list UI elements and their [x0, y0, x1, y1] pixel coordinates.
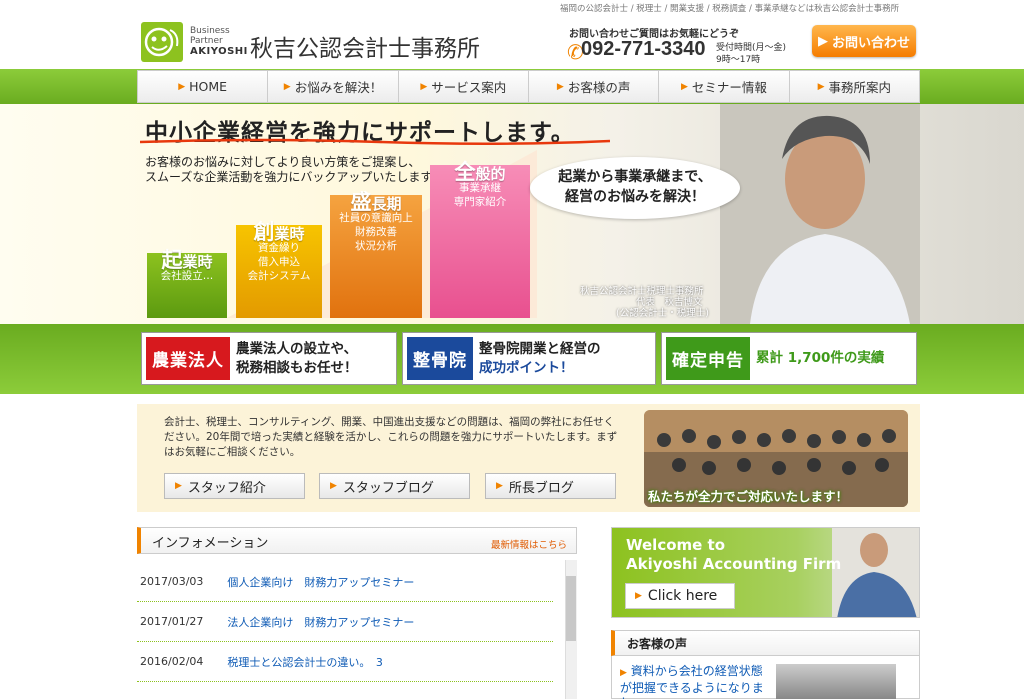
button-label: 所長ブログ	[508, 480, 574, 496]
banner-tag: 整骨院	[407, 337, 473, 380]
director-blog-button[interactable]: ▶ 所長ブログ	[485, 473, 616, 499]
nav-item-services[interactable]: ▶ サービス案内	[399, 71, 529, 102]
news-title[interactable]: 税理士と公認会計士の違い。 3	[227, 654, 383, 670]
voice-title: お客様の声	[627, 637, 688, 651]
logo-icon[interactable]	[141, 22, 183, 62]
nav-item-label: サービス案内	[431, 80, 507, 95]
banner-text: 累計 1,700件の実績	[756, 350, 885, 366]
nav-item-label: 事務所案内	[828, 80, 892, 95]
news-date: 2017/01/27	[140, 615, 204, 628]
news-title[interactable]: 個人企業向け 財務力アップセミナー	[227, 574, 414, 590]
banner-text: 農業法人の設立や、 税務相談もお任せ！	[236, 340, 358, 376]
button-label: Click here	[647, 588, 718, 604]
nav-item-solutions[interactable]: ▶ お悩みを解決！	[268, 71, 399, 102]
staff-blog-button[interactable]: ▶ スタッフブログ	[319, 473, 470, 499]
title-underline	[140, 138, 610, 146]
info-title: インフォメーション	[152, 536, 269, 551]
stage-item: 社員の意識向上	[339, 212, 413, 224]
phone-number[interactable]: 092-771-3340	[581, 38, 706, 61]
triangle-right-icon: ▶	[817, 81, 825, 92]
triangle-right-icon: ▶	[635, 591, 642, 601]
news-item[interactable]: 2017/01/27 法人企業向け 財務力アップセミナー	[137, 602, 553, 642]
stage-heading: 起業時	[161, 248, 213, 272]
triangle-right-icon: ▶	[420, 81, 428, 92]
staff-intro-button[interactable]: ▶ スタッフ紹介	[164, 473, 305, 499]
nav-item-seminars[interactable]: ▶ セミナー情報	[659, 71, 790, 102]
stage-growth: 盛長期 社員の意識向上 財務改善 状況分析	[330, 190, 422, 318]
header-tagline: 福岡の公認会計士 / 税理士 / 開業支援 / 税務調査 / 事業承継などは秋吉…	[560, 4, 900, 14]
stage-general: 全般的 事業承継 専門家紹介	[430, 160, 530, 318]
banner-tax-return[interactable]: 確定申告 累計 1,700件の実績	[661, 332, 917, 385]
nav-item-label: セミナー情報	[691, 80, 767, 95]
nav-item-label: お客様の声	[567, 80, 631, 95]
banner-tag: 農業法人	[146, 337, 230, 380]
triangle-right-icon: ▶	[330, 481, 337, 491]
button-label: スタッフ紹介	[187, 480, 266, 496]
triangle-right-icon: ▶	[496, 481, 503, 491]
intro-text: 会計士、税理士、コンサルティング、開業、中国進出支援などの問題は、福岡の弊社にお…	[164, 416, 618, 458]
nav-item-home[interactable]: ▶ HOME	[138, 71, 269, 102]
nav-item-about[interactable]: ▶ 事務所案内	[790, 71, 919, 102]
triangle-right-icon: ▶	[175, 481, 182, 491]
voice-item-text: 資料から会社の経営状態が把握できるようになりまし	[620, 664, 764, 699]
triangle-right-icon: ▶	[620, 668, 627, 678]
stage-heading: 創業時	[253, 220, 305, 244]
team-photo-caption: 私たちが全力でご対応いたします！	[648, 489, 849, 504]
welcome-line2: Akiyoshi Accounting Firm	[626, 555, 842, 573]
stage-item: 会社設立…	[160, 270, 214, 282]
chevron-right-icon: ▶	[817, 33, 828, 49]
stage-item: 財務改善	[355, 226, 397, 238]
stage-heading: 全般的	[454, 160, 506, 184]
voice-photo	[776, 664, 896, 699]
logo-text-line3: AKIYOSHI	[190, 46, 248, 57]
logo-text-line2: Partner	[190, 36, 223, 46]
button-label: スタッフブログ	[342, 480, 434, 496]
click-here-button[interactable]: ▶ Click here	[625, 583, 735, 609]
nav-item-label: お悩みを解決！	[294, 80, 383, 95]
voice-item-link[interactable]: ▶ 資料から会社の経営状態が把握できるようになりまし	[620, 664, 770, 699]
news-title[interactable]: 法人企業向け 財務力アップセミナー	[227, 614, 414, 630]
news-item[interactable]: 2016/02/04 税理士と公認会計士の違い。 3	[137, 642, 553, 682]
hero-description-line2: スムーズな企業活動を強力にバックアップいたします。	[145, 170, 444, 184]
stage-item: 状況分析	[355, 240, 397, 252]
news-scrollbar-thumb[interactable]	[566, 576, 576, 641]
stage-startup: 起業時 会社設立…	[147, 248, 227, 318]
firm-name[interactable]: 秋吉公認会計士事務所	[250, 29, 480, 63]
stage-item: 資金繰り	[258, 242, 300, 254]
stage-heading: 盛長期	[350, 190, 402, 214]
news-date: 2016/02/04	[140, 655, 204, 668]
stage-item: 事業承継	[459, 182, 501, 194]
stage-founding: 創業時 資金繰り 借入申込 会計システム	[236, 220, 322, 318]
stage-item: 借入申込	[258, 256, 300, 268]
photo-caption-title: (公認会計士・税理士)	[616, 308, 709, 319]
welcome-line1: Welcome to	[626, 536, 726, 554]
speech-bubble: 起業から事業承継まで、 経営のお悩みを解決！	[530, 157, 740, 219]
banner-tag: 確定申告	[666, 337, 750, 380]
news-item[interactable]: 2017/03/03 個人企業向け 財務力アップセミナー	[137, 562, 553, 602]
triangle-right-icon: ▶	[283, 81, 291, 92]
nav-item-testimonials[interactable]: ▶ お客様の声	[529, 71, 660, 102]
triangle-right-icon: ▶	[556, 81, 564, 92]
banner-text: 整骨院開業と経営の 成功ポイント！	[479, 340, 601, 376]
stage-item: 会計システム	[247, 270, 311, 282]
triangle-right-icon: ▶	[178, 81, 186, 92]
speech-bubble-line2: 経営のお悩みを解決！	[565, 189, 705, 205]
nav-item-label: HOME	[189, 79, 228, 94]
latest-news-link[interactable]: 最新情報はこちら	[491, 537, 567, 551]
main-nav: ▶ HOME ▶ お悩みを解決！ ▶ サービス案内 ▶ お客様の声 ▶ セミナー情報 ▶ 事…	[137, 70, 920, 103]
news-date: 2017/03/03	[140, 575, 204, 588]
banner-agri-corp[interactable]: 農業法人 農業法人の設立や、 税務相談もお任せ！	[141, 332, 397, 385]
contact-button[interactable]: ▶ お問い合わせ	[812, 25, 916, 57]
business-hours-time: 9時～17時	[716, 55, 761, 65]
representative-photo	[720, 104, 920, 324]
stage-item: 専門家紹介	[453, 196, 507, 208]
triangle-right-icon: ▶	[681, 81, 688, 92]
banner-osteopathic-clinic[interactable]: 整骨院 整骨院開業と経営の 成功ポイント！	[402, 332, 656, 385]
contact-button-label: お問い合わせ	[831, 35, 910, 51]
speech-bubble-line1: 起業から事業承継まで、	[558, 169, 712, 185]
logo-text-line1: Business	[190, 26, 230, 36]
